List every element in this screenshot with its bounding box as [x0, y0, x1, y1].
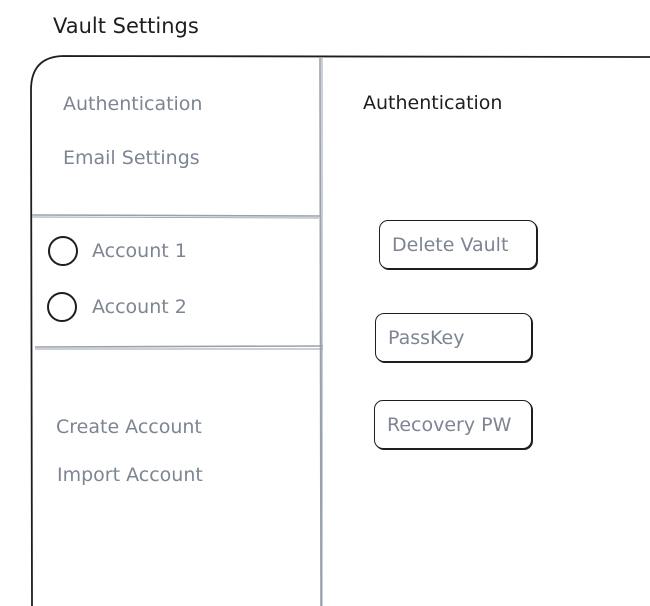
delete-vault-button[interactable]: Delete Vault [379, 220, 537, 269]
import-account-link[interactable]: Import Account [57, 466, 203, 485]
account-2-radio[interactable] [47, 292, 77, 322]
sidebar-item-authentication[interactable]: Authentication [63, 95, 202, 114]
account-1-radio[interactable] [48, 236, 78, 266]
passkey-button[interactable]: PassKey [375, 313, 532, 362]
account-1-label[interactable]: Account 1 [92, 242, 187, 261]
sidebar-item-email-settings[interactable]: Email Settings [63, 149, 200, 168]
window-title: Vault Settings [53, 14, 199, 38]
create-account-link[interactable]: Create Account [56, 418, 202, 437]
account-2-label[interactable]: Account 2 [92, 298, 187, 317]
section-heading: Authentication [363, 92, 503, 114]
recovery-pw-button[interactable]: Recovery PW [374, 400, 532, 449]
